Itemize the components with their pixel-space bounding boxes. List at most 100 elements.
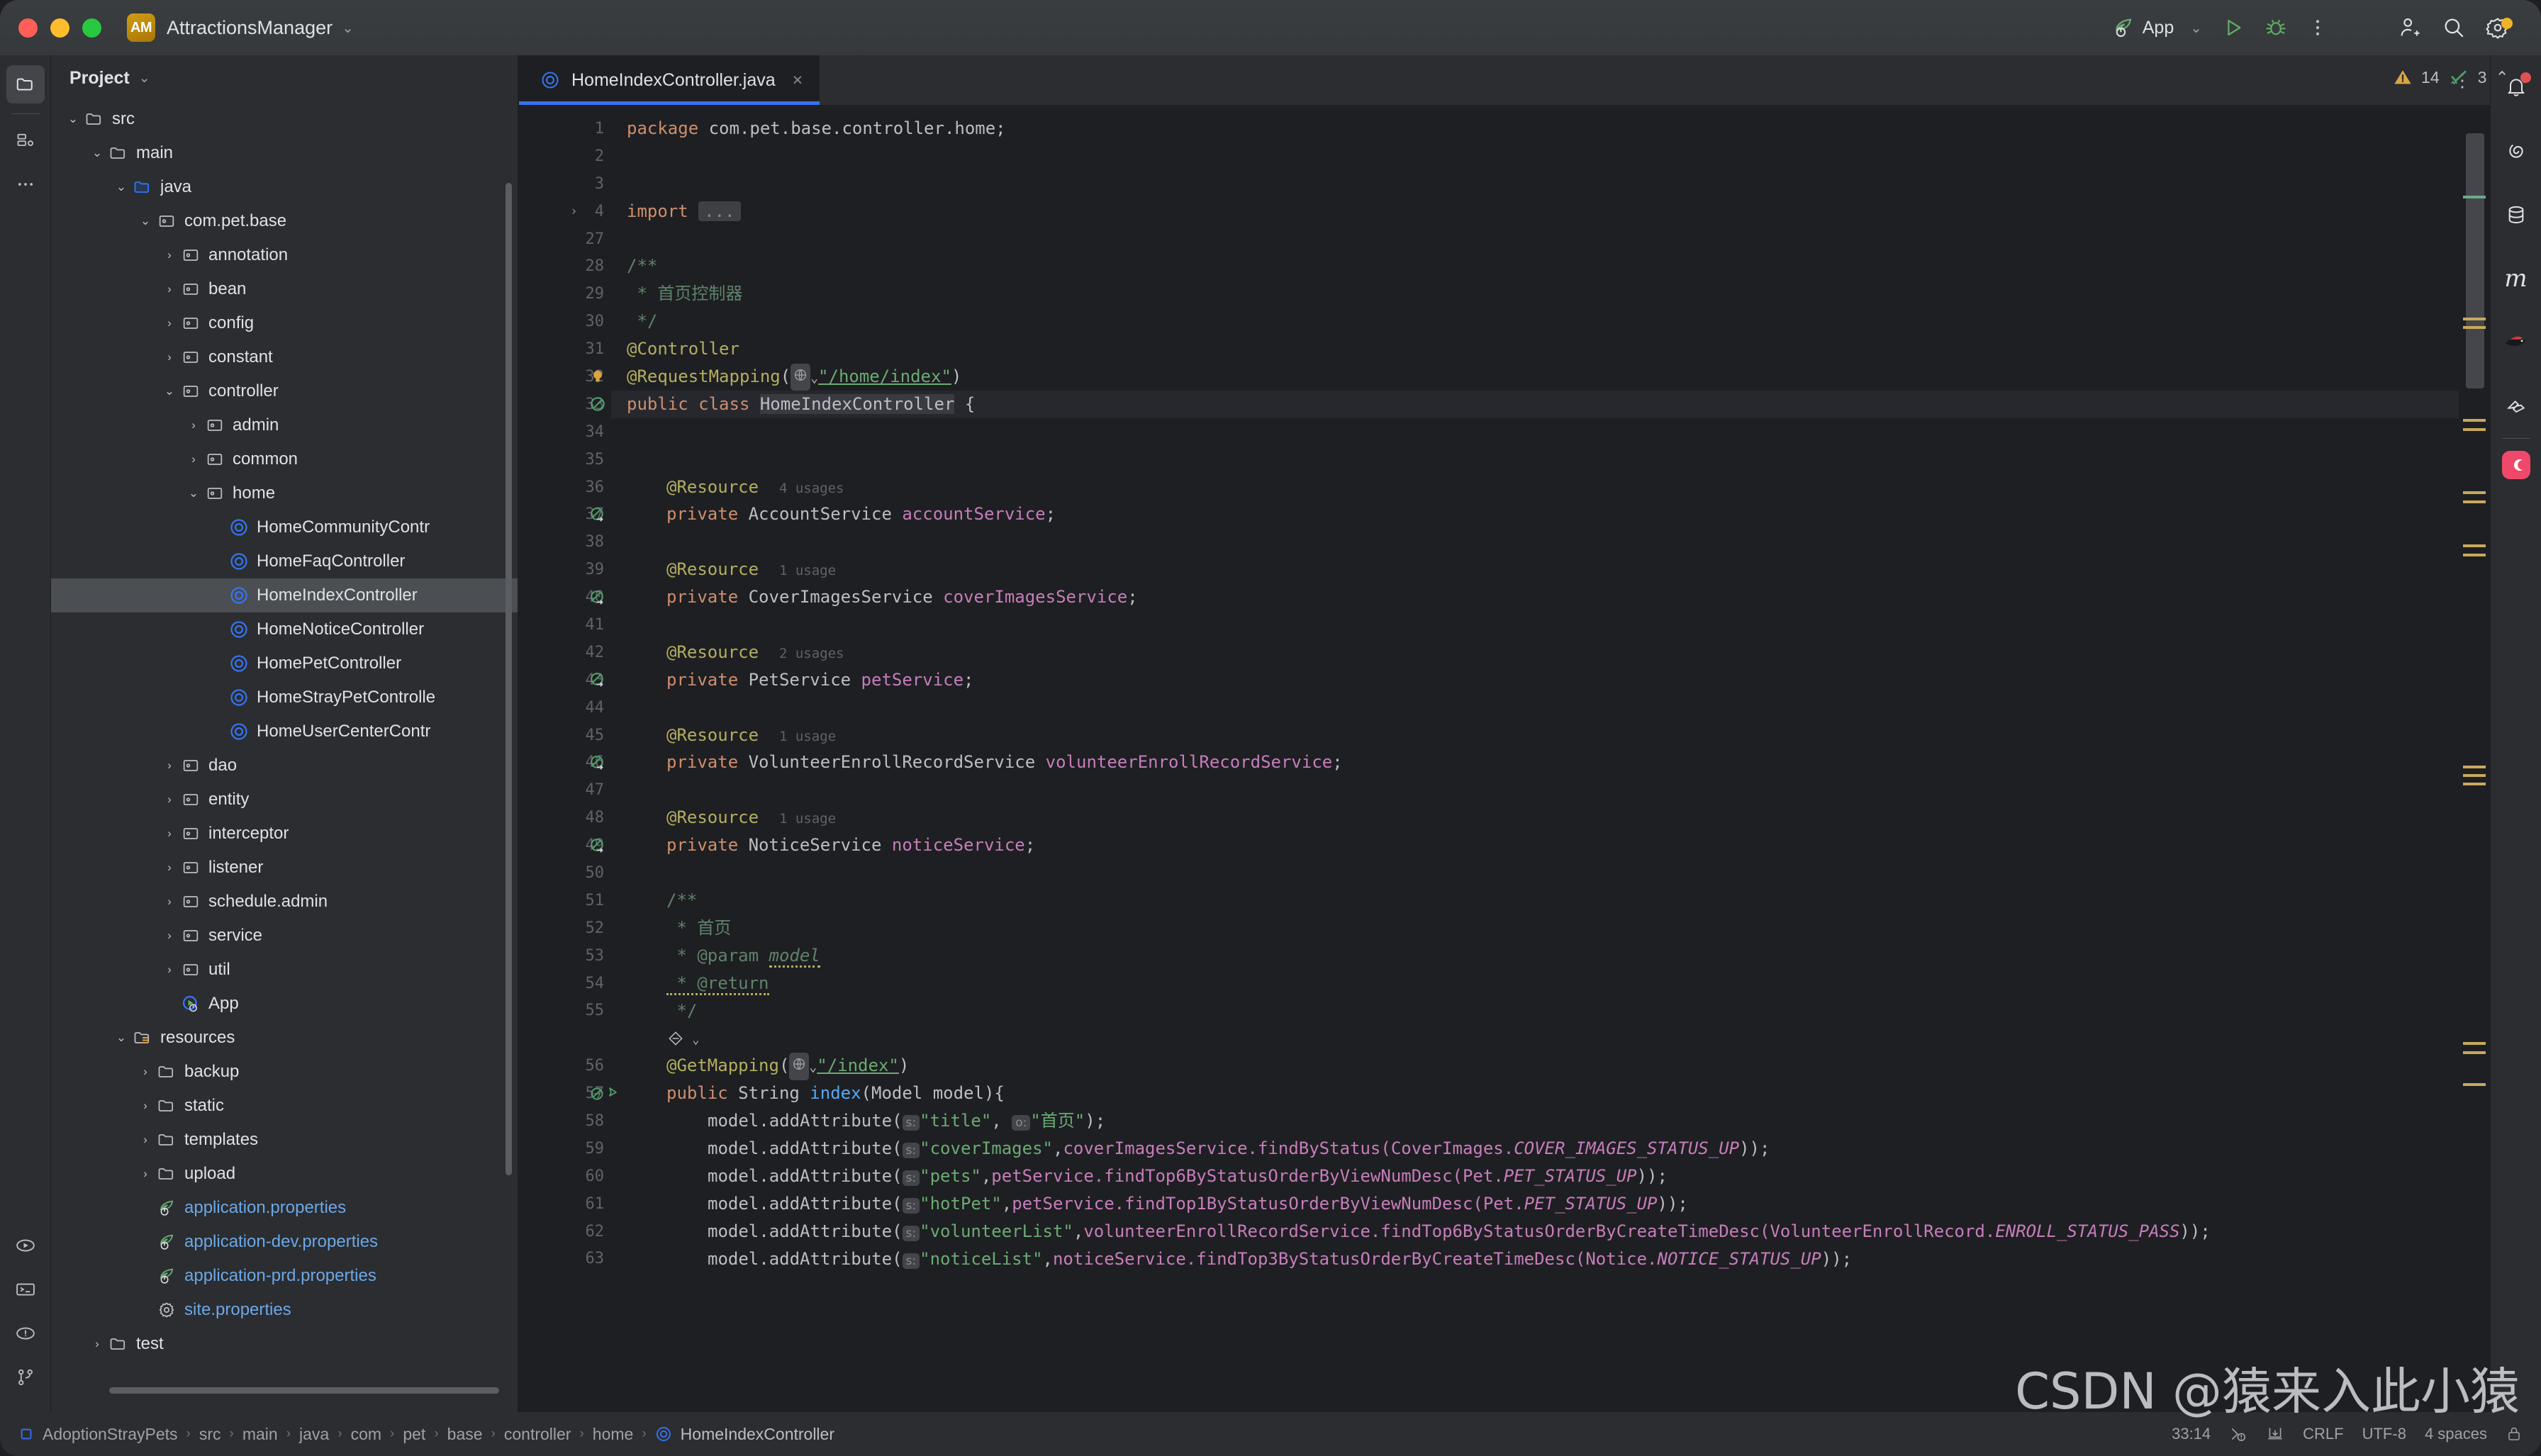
close-icon[interactable]: × — [793, 70, 803, 91]
marker-warning[interactable] — [2463, 419, 2486, 422]
close-window-button[interactable] — [18, 18, 38, 38]
project-name[interactable]: AttractionsManager — [167, 17, 333, 39]
line-number[interactable]: 33 — [519, 391, 611, 418]
line-separator[interactable]: CRLF — [2303, 1425, 2343, 1443]
tree-item-static[interactable]: › static — [51, 1089, 519, 1123]
marker-warning[interactable] — [2463, 500, 2486, 503]
line-number[interactable]: 30 — [519, 308, 611, 335]
plugin-tool-button[interactable] — [2497, 387, 2535, 425]
chevron-down-icon[interactable]: ⌄ — [112, 180, 130, 194]
tree-item-main[interactable]: ⌄ main — [51, 136, 519, 170]
line-number[interactable]: 57 — [519, 1080, 617, 1107]
breadcrumb-item[interactable]: AdoptionStrayPets — [43, 1425, 178, 1444]
line-number[interactable]: 42 — [519, 639, 611, 666]
tree-item-homefaqcontroller[interactable]: HomeFaqController — [51, 544, 519, 578]
line-number[interactable]: 62 — [519, 1218, 611, 1245]
gutter-autowire-icon[interactable] — [588, 505, 607, 524]
project-tree-vscrollbar[interactable] — [506, 183, 512, 1175]
chevron-right-icon[interactable]: › — [160, 350, 179, 364]
tree-item-homeindexcontroller[interactable]: HomeIndexController — [51, 578, 519, 612]
tab-home-index-controller[interactable]: HomeIndexController.java × — [519, 55, 820, 105]
sidebar-item-problems[interactable] — [6, 1314, 45, 1353]
marker-warning[interactable] — [2463, 491, 2486, 494]
gutter-autowire-icon[interactable] — [588, 588, 607, 607]
tree-item-templates[interactable]: › templates — [51, 1123, 519, 1157]
tree-item-application-prd-properties[interactable]: application-prd.properties — [51, 1259, 519, 1293]
marker-warning[interactable] — [2463, 766, 2486, 768]
line-number[interactable]: 46 — [519, 749, 611, 776]
notifications-button[interactable] — [2497, 68, 2535, 106]
marker-warning[interactable] — [2463, 774, 2486, 777]
chevron-right-icon[interactable]: › — [160, 895, 179, 909]
app-shortcut-button[interactable] — [2497, 446, 2535, 484]
line-number[interactable]: 37 — [519, 500, 611, 528]
line-number[interactable]: 49 — [519, 831, 611, 859]
tree-item-homecommunitycontr[interactable]: HomeCommunityContr — [51, 510, 519, 544]
gutter-bean-icon[interactable] — [588, 395, 607, 413]
tree-item-common[interactable]: › common — [51, 442, 519, 476]
chevron-right-icon[interactable]: › — [136, 1133, 155, 1147]
chevron-right-icon[interactable]: › — [160, 316, 179, 330]
line-number[interactable]: 60 — [519, 1163, 611, 1190]
breadcrumb-item[interactable]: com — [351, 1425, 381, 1444]
run-configuration-selector[interactable]: App ⌄ — [2101, 8, 2212, 47]
web-mapping-icon[interactable] — [791, 363, 811, 391]
line-number[interactable]: 35 — [519, 446, 611, 474]
memory-icon[interactable] — [2266, 1425, 2284, 1443]
tree-item-src[interactable]: ⌄ src — [51, 102, 519, 136]
tree-item-dao[interactable]: › dao — [51, 749, 519, 783]
chevron-right-icon[interactable]: › — [184, 452, 203, 466]
breadcrumb-item[interactable]: pet — [403, 1425, 425, 1444]
breadcrumb-item[interactable]: main — [242, 1425, 278, 1444]
settings-button[interactable] — [2476, 8, 2520, 47]
tree-item-bean[interactable]: › bean — [51, 272, 519, 306]
marker-warning[interactable] — [2463, 428, 2486, 431]
gutter-autowire-icon[interactable] — [588, 836, 607, 855]
chevron-down-icon[interactable]: ⌄ — [139, 70, 150, 86]
tree-item-schedule-admin[interactable]: › schedule.admin — [51, 885, 519, 919]
tree-item-site-properties[interactable]: site.properties — [51, 1293, 519, 1327]
sidebar-item-terminal[interactable] — [6, 1270, 45, 1309]
marker-warning[interactable] — [2463, 1051, 2486, 1054]
line-number[interactable]: 40 — [519, 583, 611, 611]
line-number[interactable]: 51 — [519, 887, 611, 914]
line-number[interactable]: 52 — [519, 914, 611, 942]
project-tree-hscrollbar[interactable] — [109, 1387, 499, 1394]
lock-icon[interactable] — [2506, 1426, 2523, 1443]
breadcrumb-item[interactable]: base — [447, 1425, 483, 1444]
tree-item-controller[interactable]: ⌄ controller — [51, 374, 519, 408]
chevron-right-icon[interactable]: › — [160, 929, 179, 943]
breadcrumb-item[interactable]: HomeIndexController — [681, 1425, 834, 1444]
chevron-down-icon[interactable]: ⌄ — [64, 112, 82, 126]
line-number[interactable]: 59 — [519, 1135, 611, 1163]
tree-item-interceptor[interactable]: › interceptor — [51, 817, 519, 851]
editor-marker-column[interactable] — [2459, 105, 2490, 1412]
line-number[interactable]: 63 — [519, 1245, 611, 1273]
line-number[interactable]: 61 — [519, 1190, 611, 1218]
database-button[interactable] — [2497, 196, 2535, 234]
chevron-right-icon[interactable]: › — [160, 827, 179, 841]
line-number[interactable]: 53 — [519, 942, 611, 970]
chevron-down-icon[interactable]: ⌄ — [160, 384, 179, 398]
tree-item-listener[interactable]: › listener — [51, 851, 519, 885]
chevron-right-icon[interactable]: › — [160, 861, 179, 875]
tree-item-java[interactable]: ⌄ java — [51, 170, 519, 204]
tree-item-admin[interactable]: › admin — [51, 408, 519, 442]
chevron-down-icon[interactable]: ⌄ — [88, 146, 106, 160]
web-mapping-icon[interactable] — [789, 1052, 810, 1080]
marker-warning[interactable] — [2463, 1042, 2486, 1045]
tree-item-homepetcontroller[interactable]: HomePetController — [51, 646, 519, 681]
line-number[interactable]: 55 — [519, 997, 611, 1025]
breadcrumb[interactable]: AdoptionStrayPets › src › main › java › com › pet ›… — [18, 1425, 834, 1444]
line-number[interactable]: 54 — [519, 970, 611, 997]
tree-item-service[interactable]: › service — [51, 919, 519, 953]
line-number[interactable]: 32 — [519, 363, 611, 391]
file-encoding[interactable]: UTF-8 — [2362, 1425, 2406, 1443]
line-number[interactable]: 3 — [519, 170, 611, 198]
gutter-autowire-icon[interactable] — [588, 671, 607, 689]
tree-item-annotation[interactable]: › annotation — [51, 238, 519, 272]
chevron-right-icon[interactable]: › — [136, 1099, 155, 1113]
project-tree[interactable]: ⌄ src ⌄ main ⌄ java ⌄ com.pet.base › annotation › b… — [51, 101, 519, 1412]
line-number[interactable]: 34 — [519, 418, 611, 446]
chevron-right-icon[interactable]: › — [88, 1337, 106, 1351]
